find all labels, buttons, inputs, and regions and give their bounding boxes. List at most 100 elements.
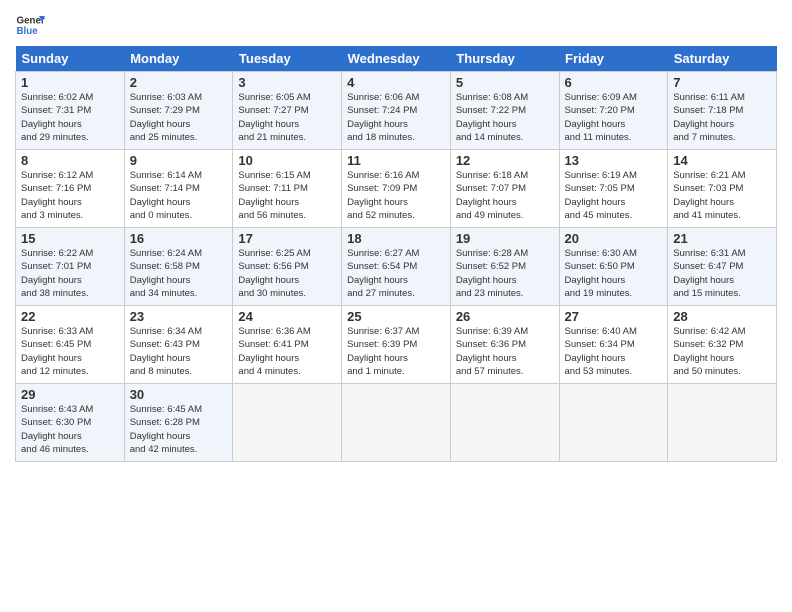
day-number: 13	[565, 153, 663, 168]
day-number: 15	[21, 231, 119, 246]
day-number: 20	[565, 231, 663, 246]
calendar-cell: 27 Sunrise: 6:40 AMSunset: 6:34 PMDaylig…	[559, 306, 668, 384]
calendar-cell: 28 Sunrise: 6:42 AMSunset: 6:32 PMDaylig…	[668, 306, 777, 384]
day-number: 16	[130, 231, 228, 246]
day-number: 9	[130, 153, 228, 168]
calendar-cell: 4 Sunrise: 6:06 AMSunset: 7:24 PMDayligh…	[342, 72, 451, 150]
cell-sunrise: Sunrise: 6:21 AMSunset: 7:03 PMDaylight …	[673, 170, 745, 221]
day-number: 30	[130, 387, 228, 402]
cell-sunrise: Sunrise: 6:12 AMSunset: 7:16 PMDaylight …	[21, 170, 93, 221]
calendar-cell: 8 Sunrise: 6:12 AMSunset: 7:16 PMDayligh…	[16, 150, 125, 228]
day-header-sunday: Sunday	[16, 46, 125, 72]
calendar-cell: 24 Sunrise: 6:36 AMSunset: 6:41 PMDaylig…	[233, 306, 342, 384]
calendar-cell: 25 Sunrise: 6:37 AMSunset: 6:39 PMDaylig…	[342, 306, 451, 384]
day-number: 29	[21, 387, 119, 402]
day-number: 26	[456, 309, 554, 324]
cell-sunrise: Sunrise: 6:42 AMSunset: 6:32 PMDaylight …	[673, 326, 745, 377]
calendar-cell	[450, 384, 559, 462]
day-number: 19	[456, 231, 554, 246]
day-number: 2	[130, 75, 228, 90]
cell-sunrise: Sunrise: 6:11 AMSunset: 7:18 PMDaylight …	[673, 92, 745, 143]
cell-sunrise: Sunrise: 6:30 AMSunset: 6:50 PMDaylight …	[565, 248, 637, 299]
calendar-cell: 17 Sunrise: 6:25 AMSunset: 6:56 PMDaylig…	[233, 228, 342, 306]
cell-sunrise: Sunrise: 6:27 AMSunset: 6:54 PMDaylight …	[347, 248, 419, 299]
cell-sunrise: Sunrise: 6:22 AMSunset: 7:01 PMDaylight …	[21, 248, 93, 299]
cell-sunrise: Sunrise: 6:28 AMSunset: 6:52 PMDaylight …	[456, 248, 528, 299]
day-header-thursday: Thursday	[450, 46, 559, 72]
cell-sunrise: Sunrise: 6:08 AMSunset: 7:22 PMDaylight …	[456, 92, 528, 143]
day-number: 21	[673, 231, 771, 246]
calendar-cell: 3 Sunrise: 6:05 AMSunset: 7:27 PMDayligh…	[233, 72, 342, 150]
cell-sunrise: Sunrise: 6:25 AMSunset: 6:56 PMDaylight …	[238, 248, 310, 299]
calendar-cell	[668, 384, 777, 462]
cell-sunrise: Sunrise: 6:40 AMSunset: 6:34 PMDaylight …	[565, 326, 637, 377]
calendar-cell	[559, 384, 668, 462]
cell-sunrise: Sunrise: 6:15 AMSunset: 7:11 PMDaylight …	[238, 170, 310, 221]
header: General Blue	[15, 10, 777, 40]
day-number: 25	[347, 309, 445, 324]
calendar-cell: 26 Sunrise: 6:39 AMSunset: 6:36 PMDaylig…	[450, 306, 559, 384]
calendar-cell: 2 Sunrise: 6:03 AMSunset: 7:29 PMDayligh…	[124, 72, 233, 150]
day-number: 5	[456, 75, 554, 90]
day-number: 17	[238, 231, 336, 246]
calendar-cell: 16 Sunrise: 6:24 AMSunset: 6:58 PMDaylig…	[124, 228, 233, 306]
day-number: 4	[347, 75, 445, 90]
calendar-cell: 19 Sunrise: 6:28 AMSunset: 6:52 PMDaylig…	[450, 228, 559, 306]
day-header-wednesday: Wednesday	[342, 46, 451, 72]
calendar-cell: 1 Sunrise: 6:02 AMSunset: 7:31 PMDayligh…	[16, 72, 125, 150]
week-row-1: 1 Sunrise: 6:02 AMSunset: 7:31 PMDayligh…	[16, 72, 777, 150]
day-number: 23	[130, 309, 228, 324]
calendar-cell: 30 Sunrise: 6:45 AMSunset: 6:28 PMDaylig…	[124, 384, 233, 462]
cell-sunrise: Sunrise: 6:05 AMSunset: 7:27 PMDaylight …	[238, 92, 310, 143]
cell-sunrise: Sunrise: 6:37 AMSunset: 6:39 PMDaylight …	[347, 326, 419, 377]
day-header-monday: Monday	[124, 46, 233, 72]
logo: General Blue	[15, 10, 45, 40]
calendar-table: SundayMondayTuesdayWednesdayThursdayFrid…	[15, 46, 777, 462]
logo-icon: General Blue	[15, 10, 45, 40]
week-row-3: 15 Sunrise: 6:22 AMSunset: 7:01 PMDaylig…	[16, 228, 777, 306]
calendar-cell: 10 Sunrise: 6:15 AMSunset: 7:11 PMDaylig…	[233, 150, 342, 228]
day-header-friday: Friday	[559, 46, 668, 72]
calendar-cell: 13 Sunrise: 6:19 AMSunset: 7:05 PMDaylig…	[559, 150, 668, 228]
day-number: 11	[347, 153, 445, 168]
calendar-cell: 6 Sunrise: 6:09 AMSunset: 7:20 PMDayligh…	[559, 72, 668, 150]
calendar-cell: 12 Sunrise: 6:18 AMSunset: 7:07 PMDaylig…	[450, 150, 559, 228]
cell-sunrise: Sunrise: 6:19 AMSunset: 7:05 PMDaylight …	[565, 170, 637, 221]
cell-sunrise: Sunrise: 6:33 AMSunset: 6:45 PMDaylight …	[21, 326, 93, 377]
cell-sunrise: Sunrise: 6:14 AMSunset: 7:14 PMDaylight …	[130, 170, 202, 221]
day-number: 7	[673, 75, 771, 90]
cell-sunrise: Sunrise: 6:36 AMSunset: 6:41 PMDaylight …	[238, 326, 310, 377]
cell-sunrise: Sunrise: 6:34 AMSunset: 6:43 PMDaylight …	[130, 326, 202, 377]
cell-sunrise: Sunrise: 6:16 AMSunset: 7:09 PMDaylight …	[347, 170, 419, 221]
calendar-cell: 22 Sunrise: 6:33 AMSunset: 6:45 PMDaylig…	[16, 306, 125, 384]
cell-sunrise: Sunrise: 6:31 AMSunset: 6:47 PMDaylight …	[673, 248, 745, 299]
calendar-cell: 21 Sunrise: 6:31 AMSunset: 6:47 PMDaylig…	[668, 228, 777, 306]
calendar-cell: 20 Sunrise: 6:30 AMSunset: 6:50 PMDaylig…	[559, 228, 668, 306]
cell-sunrise: Sunrise: 6:18 AMSunset: 7:07 PMDaylight …	[456, 170, 528, 221]
cell-sunrise: Sunrise: 6:06 AMSunset: 7:24 PMDaylight …	[347, 92, 419, 143]
cell-sunrise: Sunrise: 6:45 AMSunset: 6:28 PMDaylight …	[130, 404, 202, 455]
day-number: 22	[21, 309, 119, 324]
calendar-cell: 15 Sunrise: 6:22 AMSunset: 7:01 PMDaylig…	[16, 228, 125, 306]
day-number: 27	[565, 309, 663, 324]
day-number: 14	[673, 153, 771, 168]
day-header-saturday: Saturday	[668, 46, 777, 72]
calendar-cell	[342, 384, 451, 462]
week-row-4: 22 Sunrise: 6:33 AMSunset: 6:45 PMDaylig…	[16, 306, 777, 384]
day-number: 18	[347, 231, 445, 246]
cell-sunrise: Sunrise: 6:02 AMSunset: 7:31 PMDaylight …	[21, 92, 93, 143]
cell-sunrise: Sunrise: 6:09 AMSunset: 7:20 PMDaylight …	[565, 92, 637, 143]
calendar-cell: 14 Sunrise: 6:21 AMSunset: 7:03 PMDaylig…	[668, 150, 777, 228]
day-number: 6	[565, 75, 663, 90]
calendar-cell: 7 Sunrise: 6:11 AMSunset: 7:18 PMDayligh…	[668, 72, 777, 150]
calendar-cell: 18 Sunrise: 6:27 AMSunset: 6:54 PMDaylig…	[342, 228, 451, 306]
cell-sunrise: Sunrise: 6:24 AMSunset: 6:58 PMDaylight …	[130, 248, 202, 299]
day-number: 1	[21, 75, 119, 90]
cell-sunrise: Sunrise: 6:39 AMSunset: 6:36 PMDaylight …	[456, 326, 528, 377]
cell-sunrise: Sunrise: 6:03 AMSunset: 7:29 PMDaylight …	[130, 92, 202, 143]
calendar-cell: 11 Sunrise: 6:16 AMSunset: 7:09 PMDaylig…	[342, 150, 451, 228]
day-number: 24	[238, 309, 336, 324]
svg-text:Blue: Blue	[17, 26, 39, 37]
calendar-cell: 23 Sunrise: 6:34 AMSunset: 6:43 PMDaylig…	[124, 306, 233, 384]
header-row: SundayMondayTuesdayWednesdayThursdayFrid…	[16, 46, 777, 72]
